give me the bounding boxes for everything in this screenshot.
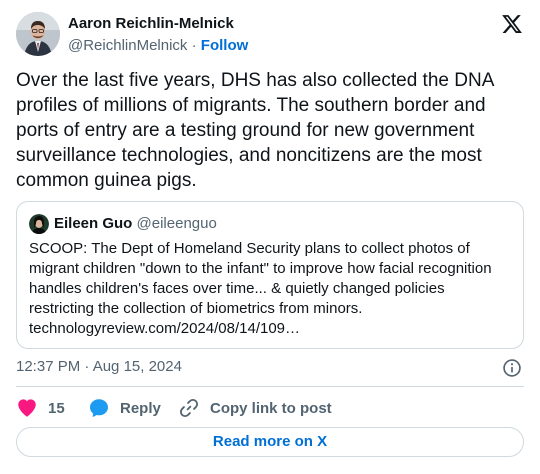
meta-separator: · [191, 37, 197, 54]
quote-header: Eileen Guo @eileenguo [54, 214, 217, 234]
quote-author-name: Eileen Guo [54, 215, 133, 232]
embedded-post: Aaron Reichlin-Melnick @ReichlinMelnick … [0, 0, 540, 474]
reply-label: Reply [120, 399, 161, 417]
like-count: 15 [48, 399, 65, 417]
quote-body: SCOOP: The Dept of Homeland Security pla… [29, 239, 511, 339]
info-icon[interactable] [502, 358, 522, 378]
author-name[interactable]: Aaron Reichlin-Melnick [68, 14, 248, 34]
author-avatar-image [16, 12, 60, 56]
post-timestamp[interactable]: 12:37 PM · Aug 15, 2024 [16, 357, 182, 377]
x-logo-icon[interactable] [501, 13, 523, 35]
link-icon [179, 398, 199, 418]
read-more-button[interactable]: Read more on X [16, 427, 524, 457]
copy-link-button[interactable]: Copy link to post [178, 397, 332, 419]
reply-button[interactable]: Reply [88, 397, 161, 419]
post-text: Over the last five years, DHS has also c… [16, 70, 494, 191]
quote-link[interactable]: technologyreview.com/2024/08/14/109… [29, 320, 300, 337]
author-avatar[interactable] [16, 12, 60, 56]
heart-icon [18, 399, 36, 417]
reply-bubble-icon [90, 399, 108, 418]
follow-button[interactable]: Follow [201, 37, 249, 54]
quote-avatar [29, 214, 49, 234]
quote-text: SCOOP: The Dept of Homeland Security pla… [29, 240, 492, 317]
author-handle[interactable]: @ReichlinMelnick [68, 37, 187, 54]
like-button[interactable]: 15 [16, 397, 65, 419]
author-block: Aaron Reichlin-Melnick @ReichlinMelnick … [68, 14, 248, 56]
divider [16, 386, 524, 387]
quote-avatar-image [29, 214, 49, 234]
quoted-post[interactable]: Eileen Guo @eileenguo SCOOP: The Dept of… [16, 201, 524, 349]
quote-author-handle: @eileenguo [136, 215, 217, 232]
copy-link-label: Copy link to post [210, 399, 332, 417]
author-meta: @ReichlinMelnick · Follow [68, 36, 248, 56]
